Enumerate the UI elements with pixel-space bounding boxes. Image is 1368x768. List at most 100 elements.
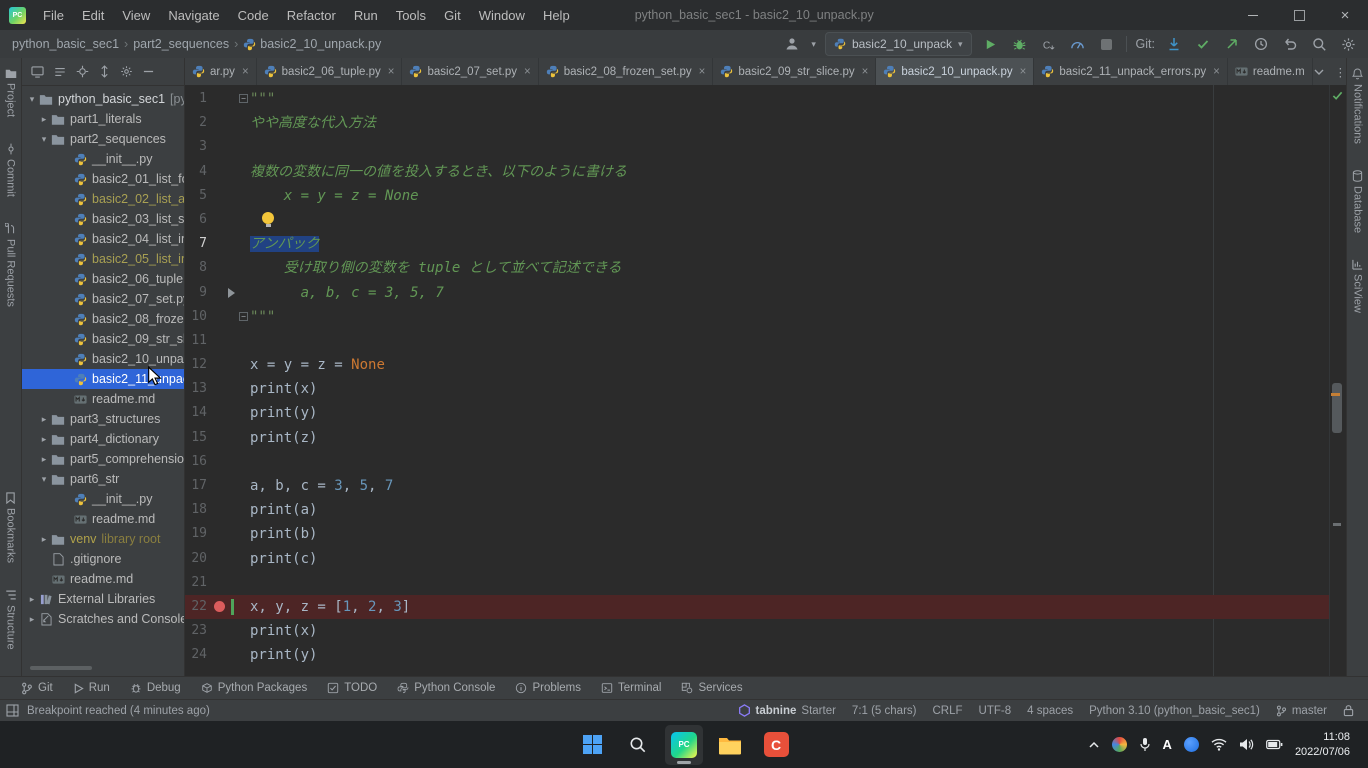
- code-line[interactable]: 23print(x): [185, 619, 1330, 643]
- select-opened-file-icon[interactable]: [76, 65, 89, 78]
- tree-collapsed-arrow[interactable]: ▸: [38, 434, 50, 445]
- project-tree-item[interactable]: ▸part4_dictionary: [22, 429, 184, 449]
- rollback-button[interactable]: [1280, 33, 1300, 55]
- project-tree-item[interactable]: basic2_11_unpack_errors.py: [22, 369, 184, 389]
- tab-options-dots-icon[interactable]: ⋮: [1335, 65, 1346, 79]
- tree-collapsed-arrow[interactable]: ▸: [26, 614, 38, 625]
- taskbar-clock[interactable]: 11:08 2022/07/06: [1295, 730, 1350, 760]
- project-options-icon[interactable]: [54, 66, 66, 78]
- editor-gutter-cell[interactable]: 13: [185, 377, 248, 401]
- status-message[interactable]: Breakpoint reached (4 minutes ago): [27, 705, 210, 717]
- hide-panel-icon[interactable]: [143, 66, 154, 77]
- code-line[interactable]: 10−""": [185, 305, 1330, 329]
- project-tree-item[interactable]: ▸part1_literals: [22, 109, 184, 129]
- code-editor[interactable]: 1−"""2やや高度な代入方法34複数の変数に同一の値を投入するとき、以下のよう…: [185, 85, 1346, 676]
- editor-gutter-cell[interactable]: 20: [185, 547, 248, 571]
- project-tree-item[interactable]: __init__.py: [22, 489, 184, 509]
- editor-gutter-cell[interactable]: 14: [185, 401, 248, 425]
- code-line[interactable]: 4複数の変数に同一の値を投入するとき、以下のように書ける: [185, 160, 1330, 184]
- local-history-button[interactable]: [1251, 33, 1271, 55]
- code-line[interactable]: 24print(y): [185, 643, 1330, 667]
- menu-refactor[interactable]: Refactor: [278, 0, 345, 30]
- project-tree-item[interactable]: basic2_03_list_slice.py: [22, 209, 184, 229]
- tab-close-icon[interactable]: ×: [1213, 66, 1220, 78]
- editor-gutter-cell[interactable]: 18: [185, 498, 248, 522]
- menu-navigate[interactable]: Navigate: [159, 0, 228, 30]
- tree-expanded-arrow[interactable]: ▾: [26, 94, 38, 105]
- tree-collapsed-arrow[interactable]: ▸: [38, 534, 50, 545]
- code-with-me-icon[interactable]: [782, 33, 802, 55]
- code-line[interactable]: 11: [185, 329, 1330, 353]
- editor-gutter-cell[interactable]: 8: [185, 256, 248, 280]
- editor-gutter-cell[interactable]: 23: [185, 619, 248, 643]
- git-update-button[interactable]: [1164, 33, 1184, 55]
- editor-gutter-cell[interactable]: 1−: [185, 87, 248, 111]
- menu-window[interactable]: Window: [470, 0, 534, 30]
- project-view-mode-icon[interactable]: [31, 66, 44, 78]
- project-tree-item[interactable]: basic2_10_unpack.py: [22, 349, 184, 369]
- project-tree-item[interactable]: basic2_02_list_append.py: [22, 189, 184, 209]
- project-tree-item[interactable]: ▾part2_sequences: [22, 129, 184, 149]
- code-line[interactable]: 15print(z): [185, 426, 1330, 450]
- git-push-button[interactable]: [1222, 33, 1242, 55]
- editor-gutter-cell[interactable]: 16: [185, 450, 248, 474]
- indent-widget[interactable]: 4 spaces: [1027, 705, 1073, 717]
- editor-tab[interactable]: readme.m: [1228, 58, 1313, 85]
- editor-gutter-cell[interactable]: 7: [185, 232, 248, 256]
- menu-run[interactable]: Run: [345, 0, 387, 30]
- taskbar-red-c-app-icon[interactable]: C: [757, 725, 795, 765]
- project-tree-item[interactable]: ▸External Libraries: [22, 589, 184, 609]
- tree-collapsed-arrow[interactable]: ▸: [38, 454, 50, 465]
- project-tree-item[interactable]: __init__.py: [22, 149, 184, 169]
- code-line[interactable]: 20print(c): [185, 547, 1330, 571]
- editor-gutter-cell[interactable]: 9: [185, 281, 248, 305]
- tabnine-widget[interactable]: tabnine Starter: [738, 704, 836, 717]
- editor-tab[interactable]: basic2_06_tuple.py×: [257, 58, 403, 85]
- taskbar-pycharm-icon[interactable]: PC: [665, 725, 703, 765]
- code-line[interactable]: 5 x = y = z = None: [185, 184, 1330, 208]
- breadcrumb-item[interactable]: part2_sequences: [133, 37, 229, 51]
- tab-close-icon[interactable]: ×: [524, 66, 531, 78]
- editor-gutter-cell[interactable]: 4: [185, 160, 248, 184]
- editor-tab[interactable]: basic2_08_frozen_set.py×: [539, 58, 714, 85]
- tab-close-icon[interactable]: ×: [1020, 66, 1027, 78]
- stop-button[interactable]: [1097, 33, 1117, 55]
- editor-tab[interactable]: basic2_07_set.py×: [402, 58, 538, 85]
- tool-window-button-python-console[interactable]: Python Console: [388, 677, 504, 700]
- tray-blue-app-icon[interactable]: [1184, 737, 1199, 752]
- ime-mode-indicator[interactable]: A: [1163, 737, 1172, 752]
- warning-stripe-mark[interactable]: [1331, 393, 1340, 396]
- breadcrumb-item[interactable]: basic2_10_unpack.py: [243, 37, 381, 51]
- menu-help[interactable]: Help: [534, 0, 579, 30]
- search-everywhere-icon[interactable]: [1309, 33, 1329, 55]
- project-tree-item[interactable]: readme.md: [22, 569, 184, 589]
- code-line[interactable]: 12x = y = z = None: [185, 353, 1330, 377]
- tool-window-button-python-packages[interactable]: Python Packages: [192, 677, 317, 700]
- project-tree-item[interactable]: basic2_04_list_in_list.py: [22, 229, 184, 249]
- project-tree-item[interactable]: ▸part3_structures: [22, 409, 184, 429]
- tree-collapsed-arrow[interactable]: ▸: [38, 414, 50, 425]
- project-tree-item[interactable]: ▾python_basic_sec1[python_b: [22, 89, 184, 109]
- code-line[interactable]: 7アンパック: [185, 232, 1330, 256]
- menu-code[interactable]: Code: [229, 0, 278, 30]
- tool-window-button-pull-requests[interactable]: Pull Requests: [5, 223, 17, 307]
- code-with-me-dropdown-arrow[interactable]: ▾: [811, 39, 816, 50]
- project-tree-item[interactable]: ▸Scratches and Consoles: [22, 609, 184, 629]
- editor-gutter-cell[interactable]: 5: [185, 184, 248, 208]
- tree-collapsed-arrow[interactable]: ▸: [26, 594, 38, 605]
- tool-window-switcher-icon[interactable]: [6, 704, 19, 717]
- code-line[interactable]: 13print(x): [185, 377, 1330, 401]
- fold-marker[interactable]: −: [239, 312, 248, 321]
- menu-git[interactable]: Git: [435, 0, 470, 30]
- tray-colorful-app-icon[interactable]: [1112, 737, 1127, 752]
- settings-gear-icon[interactable]: [1338, 33, 1358, 55]
- code-line[interactable]: 8 受け取り側の変数を tuple として並べて記述できる: [185, 256, 1330, 280]
- tool-window-button-debug[interactable]: Debug: [121, 677, 190, 700]
- editor-gutter-cell[interactable]: 3: [185, 135, 248, 159]
- editor-gutter-cell[interactable]: 22: [185, 595, 248, 619]
- readonly-lock-icon[interactable]: [1343, 704, 1354, 717]
- tool-window-button-git[interactable]: Git: [12, 677, 62, 700]
- code-line[interactable]: 21: [185, 571, 1330, 595]
- editor-gutter-cell[interactable]: 24: [185, 643, 248, 667]
- editor-tab[interactable]: ar.py×: [185, 58, 257, 85]
